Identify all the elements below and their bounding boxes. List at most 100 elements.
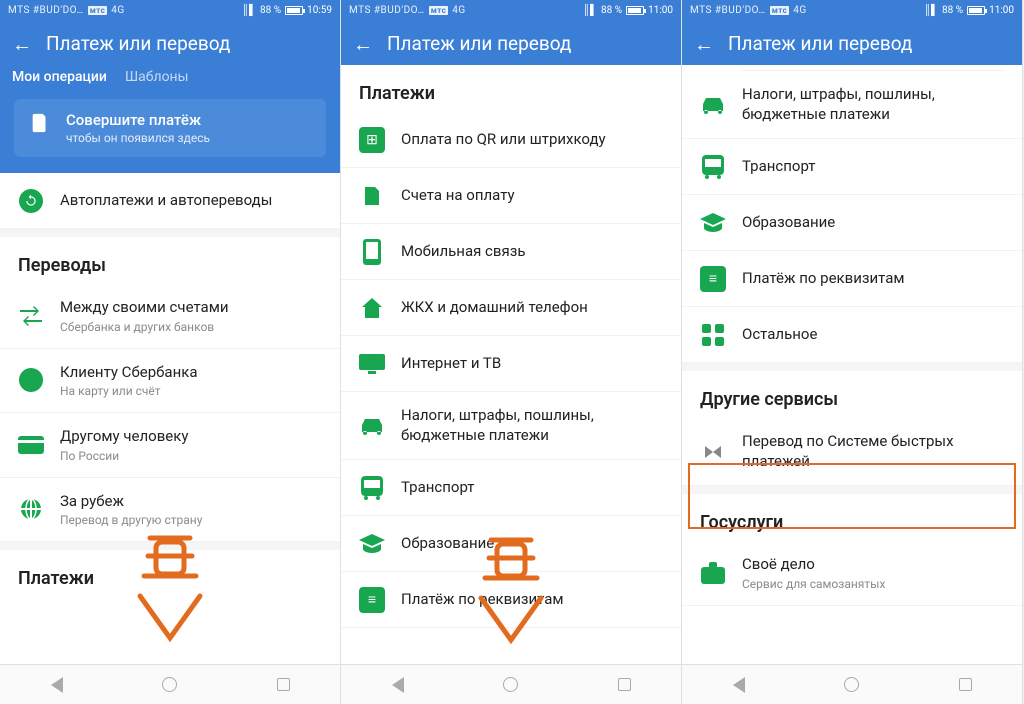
- network-text: 4G: [111, 5, 124, 16]
- document-icon: [28, 111, 52, 135]
- taxes-label: Налоги, штрафы, пошлины, бюджетные плате…: [401, 406, 663, 445]
- list-item-taxes[interactable]: Налоги, штрафы, пошлины, бюджетные плате…: [341, 392, 681, 460]
- refresh-icon: [18, 188, 44, 214]
- phone-screen-2: MTS #BUD'DO… мтс 4G ║▌ 88 % 11:00 ← Плат…: [341, 0, 682, 704]
- list-item-qr[interactable]: ⊞ Оплата по QR или штрихкоду: [341, 112, 681, 168]
- promo-sub: чтобы он появился здесь: [66, 131, 210, 145]
- utilities-label: ЖКХ и домашний телефон: [401, 298, 663, 318]
- nav-home[interactable]: [502, 676, 520, 694]
- list-item-sber-client[interactable]: Клиенту Сбербанка На карту или счёт: [0, 349, 340, 414]
- list-item-taxes-3[interactable]: Налоги, штрафы, пошлины, бюджетные плате…: [682, 71, 1022, 139]
- transport-label: Транспорт: [401, 478, 663, 498]
- clock-text: 10:59: [307, 5, 332, 16]
- requisites-icon: ≡: [700, 266, 726, 292]
- list-item-autopay[interactable]: Автоплатежи и автопереводы: [0, 173, 340, 229]
- nav-home[interactable]: [161, 676, 179, 694]
- promo-card[interactable]: Совершите платёж чтобы он появился здесь: [14, 99, 326, 157]
- card-icon: [18, 432, 44, 458]
- house-icon: [359, 295, 385, 321]
- education-label: Образование: [401, 534, 663, 554]
- tabs: Мои операции Шаблоны: [0, 65, 340, 99]
- network-text: 4G: [793, 5, 806, 16]
- promo-title: Совершите платёж: [66, 111, 210, 129]
- sber-icon: [18, 367, 44, 393]
- list-item-bills[interactable]: Счета на оплату: [341, 168, 681, 224]
- sbp-label: Перевод по Системе быстрых платежей: [742, 432, 1004, 471]
- vibrate-icon: ║▌: [242, 5, 256, 16]
- education-label-3: Образование: [742, 213, 1004, 233]
- bills-label: Счета на оплату: [401, 186, 663, 206]
- back-icon[interactable]: ←: [353, 34, 373, 54]
- status-bar: MTS #BUD'DO… мтс 4G ║▌ 88 % 10:59: [0, 0, 340, 20]
- sber-client-label: Клиенту Сбербанка: [60, 363, 322, 383]
- list-item-sbp[interactable]: Перевод по Системе быстрых платежей: [682, 418, 1022, 486]
- own-accounts-sub: Сбербанка и других банков: [60, 320, 322, 334]
- internet-label: Интернет и ТВ: [401, 354, 663, 374]
- battery-text: 88 %: [260, 5, 281, 16]
- section-transfers: Переводы: [0, 237, 340, 284]
- battery-icon: [626, 6, 644, 15]
- list-item-utilities[interactable]: ЖКХ и домашний телефон: [341, 280, 681, 336]
- vibrate-icon: ║▌: [924, 5, 938, 16]
- tab-templates[interactable]: Шаблоны: [125, 69, 189, 85]
- list-item-requisites-3[interactable]: ≡ Платёж по реквизитам: [682, 251, 1022, 307]
- education-icon: [359, 531, 385, 557]
- list-item-transport-3[interactable]: Транспорт: [682, 139, 1022, 195]
- promo-area: Совершите платёж чтобы он появился здесь: [0, 99, 340, 173]
- nav-home[interactable]: [843, 676, 861, 694]
- own-accounts-label: Между своими счетами: [60, 298, 322, 318]
- list-item-transport[interactable]: Транспорт: [341, 460, 681, 516]
- battery-icon: [967, 6, 985, 15]
- list-item-education[interactable]: Образование: [341, 516, 681, 572]
- list-item-svoedelo[interactable]: Своё дело Сервис для самозанятых: [682, 541, 1022, 606]
- battery-text: 88 %: [601, 5, 622, 16]
- list-item-requisites[interactable]: ≡ Платёж по реквизитам: [341, 572, 681, 628]
- battery-text: 88 %: [942, 5, 963, 16]
- svoedelo-label: Своё дело: [742, 555, 1004, 575]
- requisites-icon: ≡: [359, 587, 385, 613]
- battery-icon: [285, 6, 303, 15]
- requisites-label-3: Платёж по реквизитам: [742, 269, 1004, 289]
- page-title: Платеж или перевод: [46, 32, 230, 55]
- content: Налоги, штрафы, пошлины, бюджетные плате…: [682, 65, 1022, 664]
- other-person-label: Другому человеку: [60, 427, 322, 447]
- nav-back[interactable]: [389, 676, 407, 694]
- carrier-text: MTS #BUD'DO…: [8, 5, 84, 16]
- other-label: Остальное: [742, 325, 1004, 345]
- carrier-text: MTS #BUD'DO…: [349, 5, 425, 16]
- section-payments-2: Платежи: [341, 65, 681, 112]
- qr-icon: ⊞: [359, 127, 385, 153]
- education-icon: [700, 210, 726, 236]
- qr-label: Оплата по QR или штрихкоду: [401, 130, 663, 150]
- clock-text: 11:00: [648, 5, 673, 16]
- list-item-internet[interactable]: Интернет и ТВ: [341, 336, 681, 392]
- nav-back[interactable]: [48, 676, 66, 694]
- list-item-own-accounts[interactable]: Между своими счетами Сбербанка и других …: [0, 284, 340, 349]
- requisites-label: Платёж по реквизитам: [401, 590, 663, 610]
- list-item-other[interactable]: Остальное: [682, 307, 1022, 363]
- nav-recent[interactable]: [615, 676, 633, 694]
- status-bar: MTS #BUD'DO… мтс 4G ║▌ 88 % 11:00: [682, 0, 1022, 20]
- tab-my-operations[interactable]: Мои операции: [12, 69, 107, 85]
- car-icon: [359, 413, 385, 439]
- phone-screen-1: MTS #BUD'DO… мтс 4G ║▌ 88 % 10:59 ← Плат…: [0, 0, 341, 704]
- back-icon[interactable]: ←: [694, 34, 714, 54]
- back-icon[interactable]: ←: [12, 34, 32, 54]
- bus-icon: [700, 154, 726, 180]
- other-person-sub: По России: [60, 449, 322, 463]
- nav-recent[interactable]: [956, 676, 974, 694]
- list-item-education-3[interactable]: Образование: [682, 195, 1022, 251]
- list-item-other-person[interactable]: Другому человеку По России: [0, 413, 340, 478]
- svoedelo-sub: Сервис для самозанятых: [742, 577, 1004, 591]
- android-navbar: [0, 664, 340, 704]
- sbp-icon: [700, 439, 726, 465]
- list-item-abroad[interactable]: За рубеж Перевод в другую страну: [0, 478, 340, 543]
- nav-recent[interactable]: [274, 676, 292, 694]
- globe-icon: [18, 496, 44, 522]
- android-navbar: [341, 664, 681, 704]
- nav-back[interactable]: [730, 676, 748, 694]
- phone-screen-3: MTS #BUD'DO… мтс 4G ║▌ 88 % 11:00 ← Плат…: [682, 0, 1023, 704]
- clock-text: 11:00: [989, 5, 1014, 16]
- carrier-text: MTS #BUD'DO…: [690, 5, 766, 16]
- list-item-mobile[interactable]: Мобильная связь: [341, 224, 681, 280]
